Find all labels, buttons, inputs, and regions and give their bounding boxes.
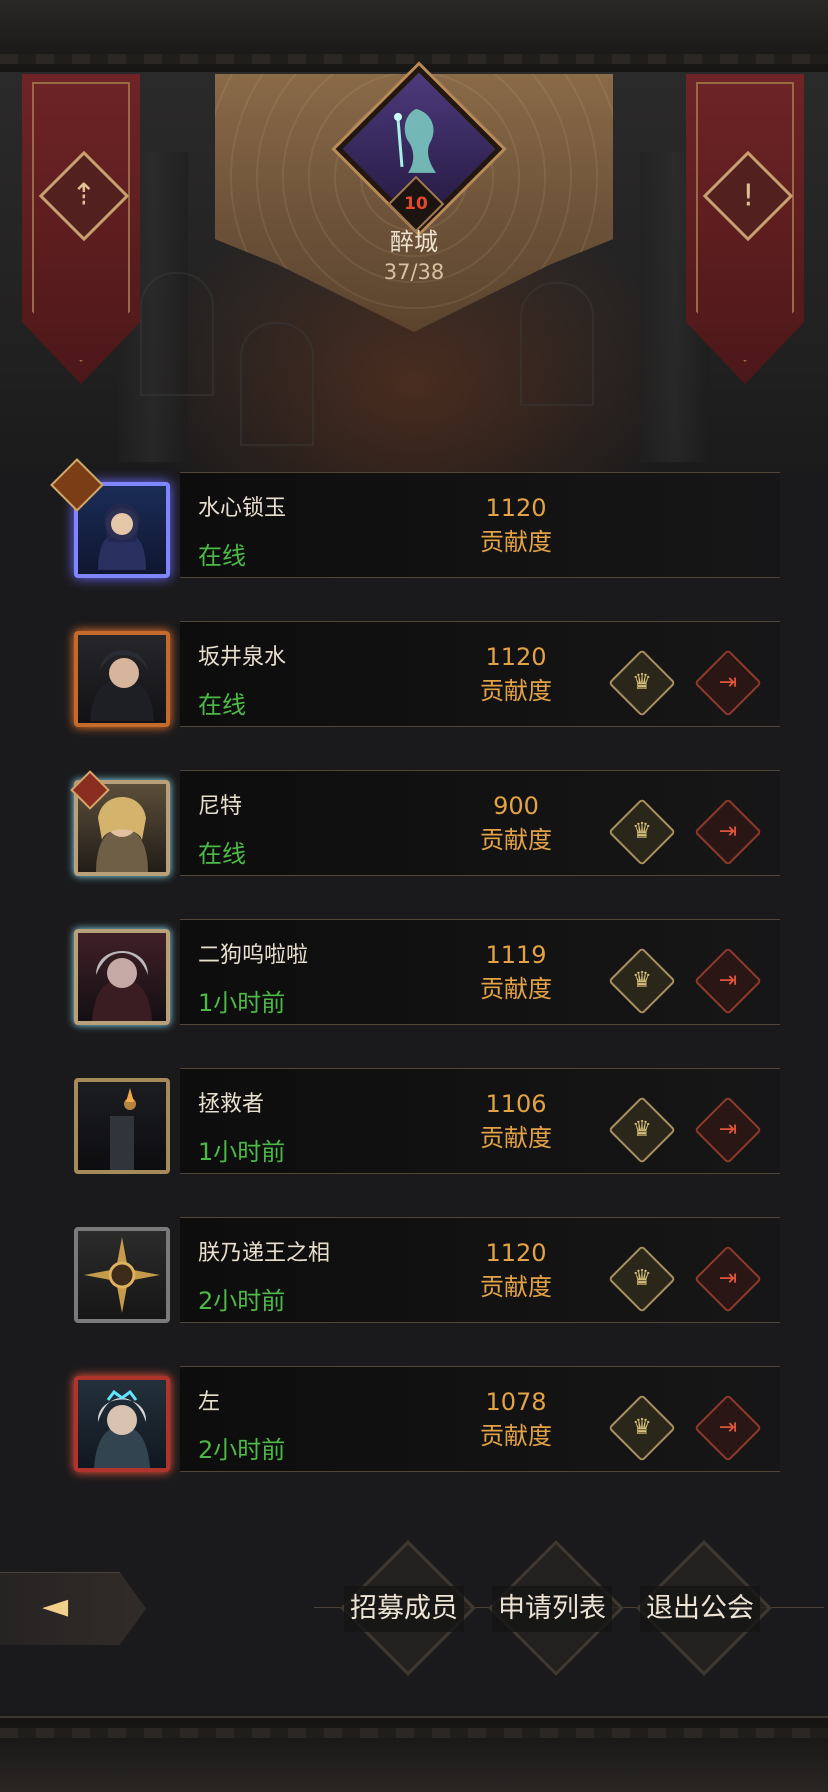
member-name: 拯救者 (198, 1092, 265, 1117)
member-status: 2小时前 (198, 1287, 286, 1315)
left-banner[interactable]: ⇡ (22, 74, 140, 384)
window-decoration (140, 272, 214, 396)
kick-member-icon: ⇥ (718, 1415, 738, 1440)
application-list-button[interactable]: 申请列表 (492, 1586, 612, 1632)
portrait-icon (94, 1389, 150, 1468)
member-avatar[interactable] (58, 764, 178, 884)
portrait-icon (84, 1237, 160, 1313)
member-status: 在线 (198, 840, 246, 868)
member-row: 左 2小时前 1078 贡献度 ♛ ⇥ (0, 1354, 828, 1502)
recruit-members-button[interactable]: 招募成员 (344, 1586, 464, 1632)
member-name: 尼特 (198, 794, 243, 819)
guild-emblem-icon (394, 108, 436, 173)
crown-transfer-icon: ♛ (632, 819, 652, 844)
contribution-value: 900 (493, 792, 539, 820)
portrait-icon (92, 951, 152, 1021)
contribution-value: 1106 (485, 1090, 547, 1118)
contribution-value: 1119 (485, 941, 547, 969)
member-name: 水心锁玉 (198, 496, 287, 521)
contribution-label: 贡献度 (480, 1273, 552, 1301)
avatar-frame (74, 631, 170, 727)
leave-guild-button[interactable]: 退出公会 (640, 1586, 760, 1632)
back-button[interactable]: ◄ (0, 1572, 146, 1645)
contribution-label: 贡献度 (480, 677, 552, 705)
avatar-frame (74, 1376, 170, 1472)
member-avatar[interactable] (58, 1211, 178, 1331)
member-row: 朕乃递王之相 2小时前 1120 贡献度 ♛ ⇥ (0, 1205, 828, 1353)
contribution-value: 1120 (485, 494, 547, 522)
guild-member-count: 37/38 (383, 260, 445, 284)
right-banner[interactable]: ǃ (686, 74, 804, 384)
member-name: 二狗呜啦啦 (198, 943, 309, 968)
avatar-frame (74, 929, 170, 1025)
contribution-label: 贡献度 (480, 1422, 552, 1450)
crown-transfer-icon: ♛ (632, 1117, 652, 1142)
member-row: 水心锁玉 在线 1120 贡献度 (0, 458, 828, 608)
member-avatar[interactable] (58, 913, 178, 1033)
member-avatar[interactable] (58, 1062, 178, 1182)
member-row: 坂井泉水 在线 1120 贡献度 ♛ ⇥ (0, 609, 828, 757)
member-status: 1小时前 (198, 989, 286, 1017)
member-avatar[interactable] (58, 1360, 178, 1480)
info-icon[interactable]: ǃ (702, 150, 794, 242)
kick-member-icon: ⇥ (718, 1117, 738, 1142)
contribution-value: 1120 (485, 1239, 547, 1267)
back-arrow-icon: ◄ (42, 1586, 69, 1626)
contribution-value: 1078 (485, 1388, 547, 1416)
contribution-value: 1120 (485, 643, 547, 671)
crown-transfer-icon: ♛ (632, 670, 652, 695)
contribution-label: 贡献度 (480, 826, 552, 854)
member-row: 二狗呜啦啦 1小时前 1119 贡献度 ♛ ⇥ (0, 907, 828, 1055)
member-row: 拯救者 1小时前 1106 贡献度 ♛ ⇥ (0, 1056, 828, 1204)
crown-transfer-icon: ♛ (632, 1266, 652, 1291)
guild-name: 醉城 (390, 228, 438, 256)
member-status: 在线 (198, 691, 246, 719)
guild-level: 10 (404, 194, 428, 214)
kick-member-icon: ⇥ (718, 670, 738, 695)
portrait-icon (90, 650, 154, 721)
member-name: 朕乃递王之相 (198, 1241, 331, 1266)
member-avatar[interactable] (50, 458, 178, 586)
top-frame (0, 0, 828, 74)
member-avatar[interactable] (58, 615, 178, 735)
member-name: 左 (198, 1390, 221, 1415)
kick-member-icon: ⇥ (718, 1266, 738, 1291)
window-decoration (240, 322, 314, 446)
kick-member-icon: ⇥ (718, 819, 738, 844)
upgrade-arrow-icon[interactable]: ⇡ (38, 150, 130, 242)
bottom-frame (0, 1716, 828, 1792)
member-row: 尼特 在线 900 贡献度 ♛ ⇥ (0, 758, 828, 906)
avatar-frame (74, 1227, 170, 1323)
avatar-frame (74, 1078, 170, 1174)
portrait-icon (110, 1088, 136, 1170)
guild-members-screen: ⇡ ǃ 10 醉城 37/38 水心锁玉 在线 1120 贡献度 坂井泉水 在线… (0, 0, 828, 1792)
member-status: 在线 (198, 542, 246, 570)
contribution-label: 贡献度 (480, 1124, 552, 1152)
crown-transfer-icon: ♛ (632, 968, 652, 993)
member-name: 坂井泉水 (198, 645, 287, 670)
contribution-label: 贡献度 (480, 528, 552, 556)
kick-member-icon: ⇥ (718, 968, 738, 993)
member-status: 2小时前 (198, 1436, 286, 1464)
portrait-icon (98, 503, 146, 570)
window-decoration (520, 282, 594, 406)
contribution-label: 贡献度 (480, 975, 552, 1003)
member-status: 1小时前 (198, 1138, 286, 1166)
crown-transfer-icon: ♛ (632, 1415, 652, 1440)
